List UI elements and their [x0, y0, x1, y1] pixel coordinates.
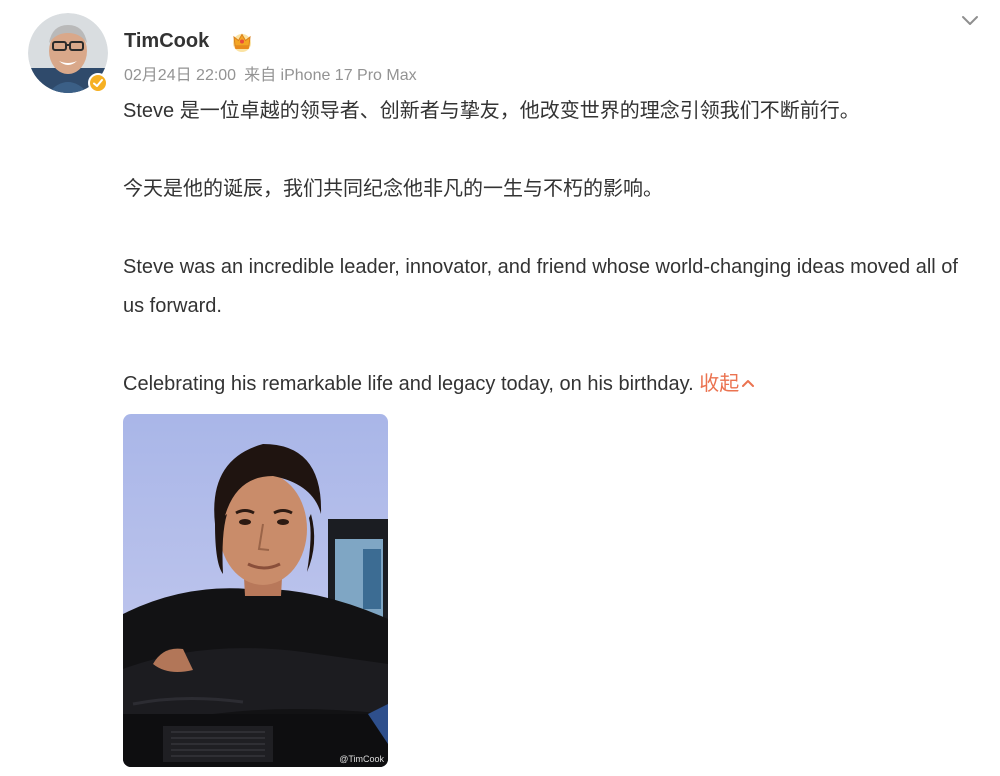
image-watermark: @TimCook — [339, 754, 384, 764]
post-image[interactable]: @TimCook — [123, 414, 388, 767]
post-paragraph-4: Celebrating his remarkable life and lega… — [123, 373, 694, 395]
post-meta: 02月24日 22:00 来自 iPhone 17 Pro Max — [124, 65, 417, 87]
collapse-link[interactable]: 收起 — [699, 373, 755, 395]
verified-check-icon — [88, 73, 108, 93]
weibo-post: TimCook 02月24日 22:00 来自 iPhone 17 Pro Max… — [0, 0, 1000, 776]
post-paragraph-2: 今天是他的诞辰，我们共同纪念他非凡的一生与不朽的影响。 — [123, 178, 663, 200]
portrait-photo — [123, 414, 388, 767]
post-paragraph-1: Steve 是一位卓越的领导者、创新者与挚友，他改变世界的理念引领我们不断前行。 — [123, 100, 860, 122]
chevron-up-icon — [742, 380, 755, 387]
post-paragraph-3: Steve was an incredible leader, innovato… — [123, 256, 958, 317]
author-name[interactable]: TimCook — [124, 27, 209, 55]
chevron-down-icon[interactable] — [958, 8, 982, 32]
author-avatar[interactable] — [28, 13, 108, 93]
post-paragraph-4-wrap: Celebrating his remarkable life and lega… — [123, 365, 963, 404]
post-text: Steve 是一位卓越的领导者、创新者与挚友，他改变世界的理念引领我们不断前行。… — [123, 92, 963, 404]
collapse-label: 收起 — [699, 373, 740, 395]
post-timestamp[interactable]: 02月24日 22:00 — [124, 67, 236, 84]
crown-icon[interactable] — [230, 29, 254, 53]
post-source: 来自 iPhone 17 Pro Max — [244, 67, 417, 84]
